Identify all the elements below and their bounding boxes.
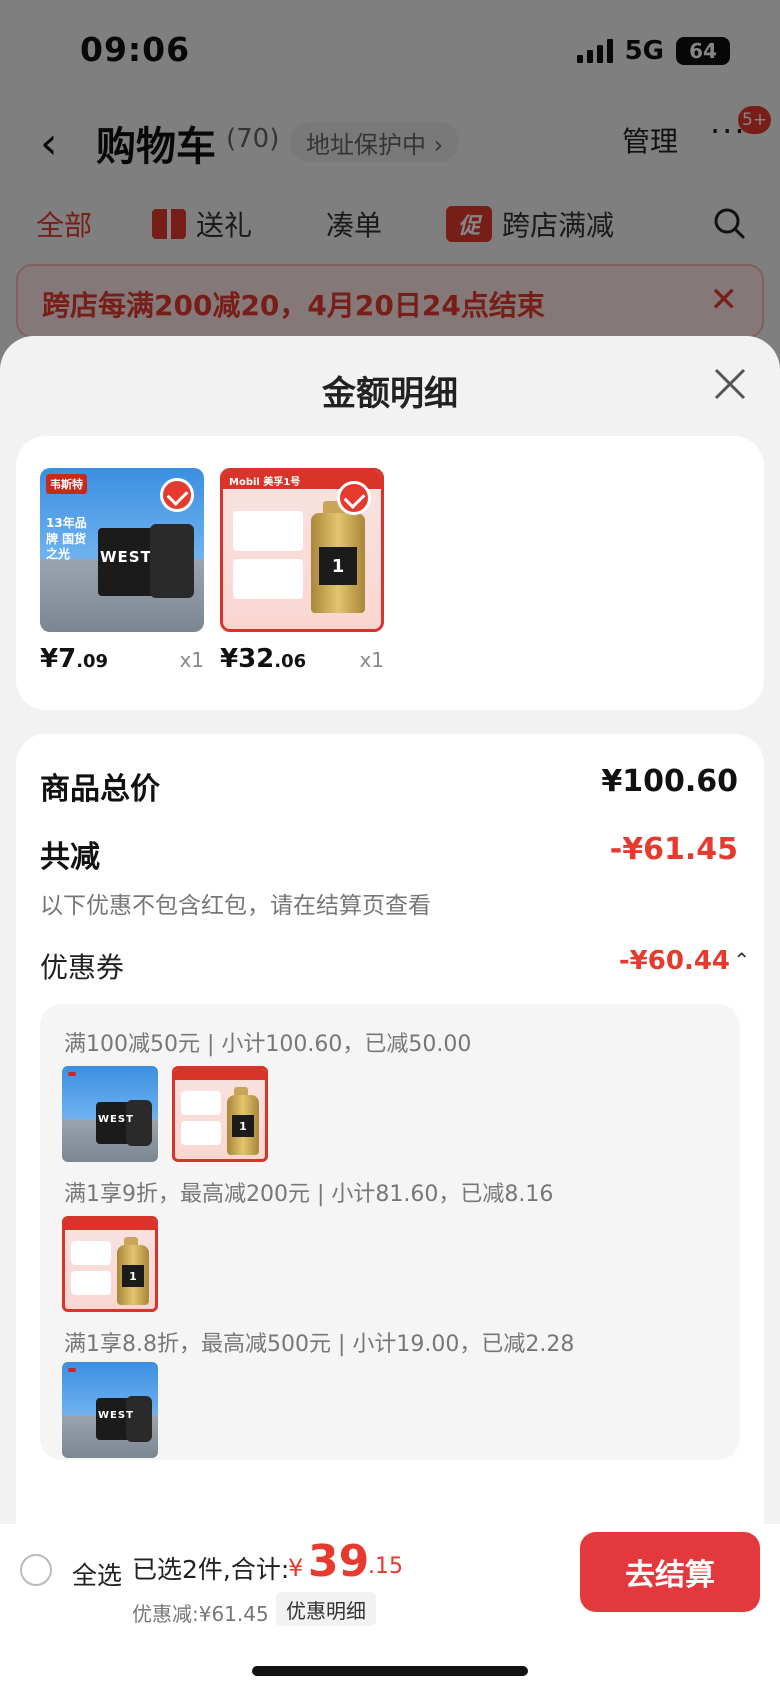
- checked-icon[interactable]: [337, 481, 371, 515]
- item-quantity: x1: [359, 648, 384, 672]
- cart-item[interactable]: 韦斯特 13年品牌 国货之光 WEST ¥7.09 x1: [40, 468, 204, 674]
- product-box-label: WEST: [100, 548, 152, 566]
- amount-detail-sheet: 金额明细 韦斯特 13年品牌 国货之光 WEST ¥7.09 x1 Mobil …: [0, 336, 780, 1688]
- checkout-bar: 全选 已选2件,合计: ¥ 39 .15 优惠减:¥61.45 优惠明细 去结算: [0, 1524, 780, 1688]
- product-image: 韦斯特 13年品牌 国货之光 WEST: [40, 468, 204, 632]
- product-thumb: WEST: [62, 1362, 158, 1458]
- product-image: Mobil 美孚1号 1: [220, 468, 384, 632]
- select-all-label[interactable]: 全选: [72, 1556, 122, 1592]
- chevron-up-icon[interactable]: ⌃: [733, 948, 750, 972]
- coupon-rule: 满1享9折，最高减200元 | 小计81.60，已减8.16: [64, 1182, 554, 1207]
- close-icon[interactable]: [712, 366, 748, 402]
- total-amount: 39: [308, 1536, 370, 1587]
- product-box-label: WEST: [98, 1114, 134, 1125]
- total-label: 商品总价: [40, 772, 160, 807]
- brand-logo: 韦斯特: [46, 474, 87, 494]
- oil-filter: [150, 524, 194, 598]
- checked-icon[interactable]: [160, 478, 194, 512]
- total-currency: ¥: [288, 1554, 304, 1582]
- coupon-label[interactable]: 优惠券: [40, 946, 124, 986]
- product-thumb: 1: [62, 1216, 158, 1312]
- discount-note: 以下优惠不包含红包，请在结算页查看: [40, 893, 431, 919]
- selected-items-card: 韦斯特 13年品牌 国货之光 WEST ¥7.09 x1 Mobil 美孚1号 …: [16, 436, 764, 710]
- product-box-label: WEST: [98, 1410, 134, 1421]
- sheet-title: 金额明细: [322, 374, 458, 414]
- product-slogan: 13年品牌 国货之光: [46, 516, 87, 562]
- discount-detail-button[interactable]: 优惠明细: [276, 1592, 376, 1626]
- coupon-rule: 满100减50元 | 小计100.60，已减50.00: [64, 1032, 472, 1057]
- reduce-value: -¥61.45: [609, 832, 738, 867]
- checkout-button[interactable]: 去结算: [580, 1532, 760, 1612]
- select-all-checkbox[interactable]: [20, 1554, 52, 1586]
- coupon-items: WEST 1: [62, 1066, 268, 1162]
- bottle-label: 1: [232, 1115, 254, 1137]
- product-thumb: 1: [172, 1066, 268, 1162]
- selected-info: 已选2件,合计:: [132, 1555, 290, 1584]
- reduce-label: 共减: [40, 840, 100, 875]
- item-quantity: x1: [179, 648, 204, 672]
- discount-summary: 优惠减:¥61.45: [132, 1602, 269, 1626]
- coupon-detail-box: 满100减50元 | 小计100.60，已减50.00 WEST 1 满1享9折…: [40, 1004, 740, 1460]
- product-thumb: WEST: [62, 1066, 158, 1162]
- coupon-items: 1: [62, 1216, 158, 1312]
- brand-logo: Mobil 美孚1号: [229, 477, 301, 488]
- total-value: ¥100.60: [601, 764, 738, 799]
- home-indicator: [252, 1666, 528, 1676]
- bottle-label: 1: [319, 547, 357, 585]
- cart-item[interactable]: Mobil 美孚1号 1 ¥32.06 x1: [220, 468, 384, 674]
- coupon-rule: 满1享8.8折，最高减500元 | 小计19.00，已减2.28: [64, 1332, 575, 1357]
- total-cents: .15: [368, 1554, 403, 1579]
- coupon-value[interactable]: -¥60.44: [619, 946, 730, 976]
- item-price: ¥7.09: [40, 644, 109, 674]
- item-price: ¥32.06: [220, 644, 307, 674]
- bottle-label: 1: [122, 1265, 144, 1287]
- coupon-items: WEST: [62, 1362, 158, 1458]
